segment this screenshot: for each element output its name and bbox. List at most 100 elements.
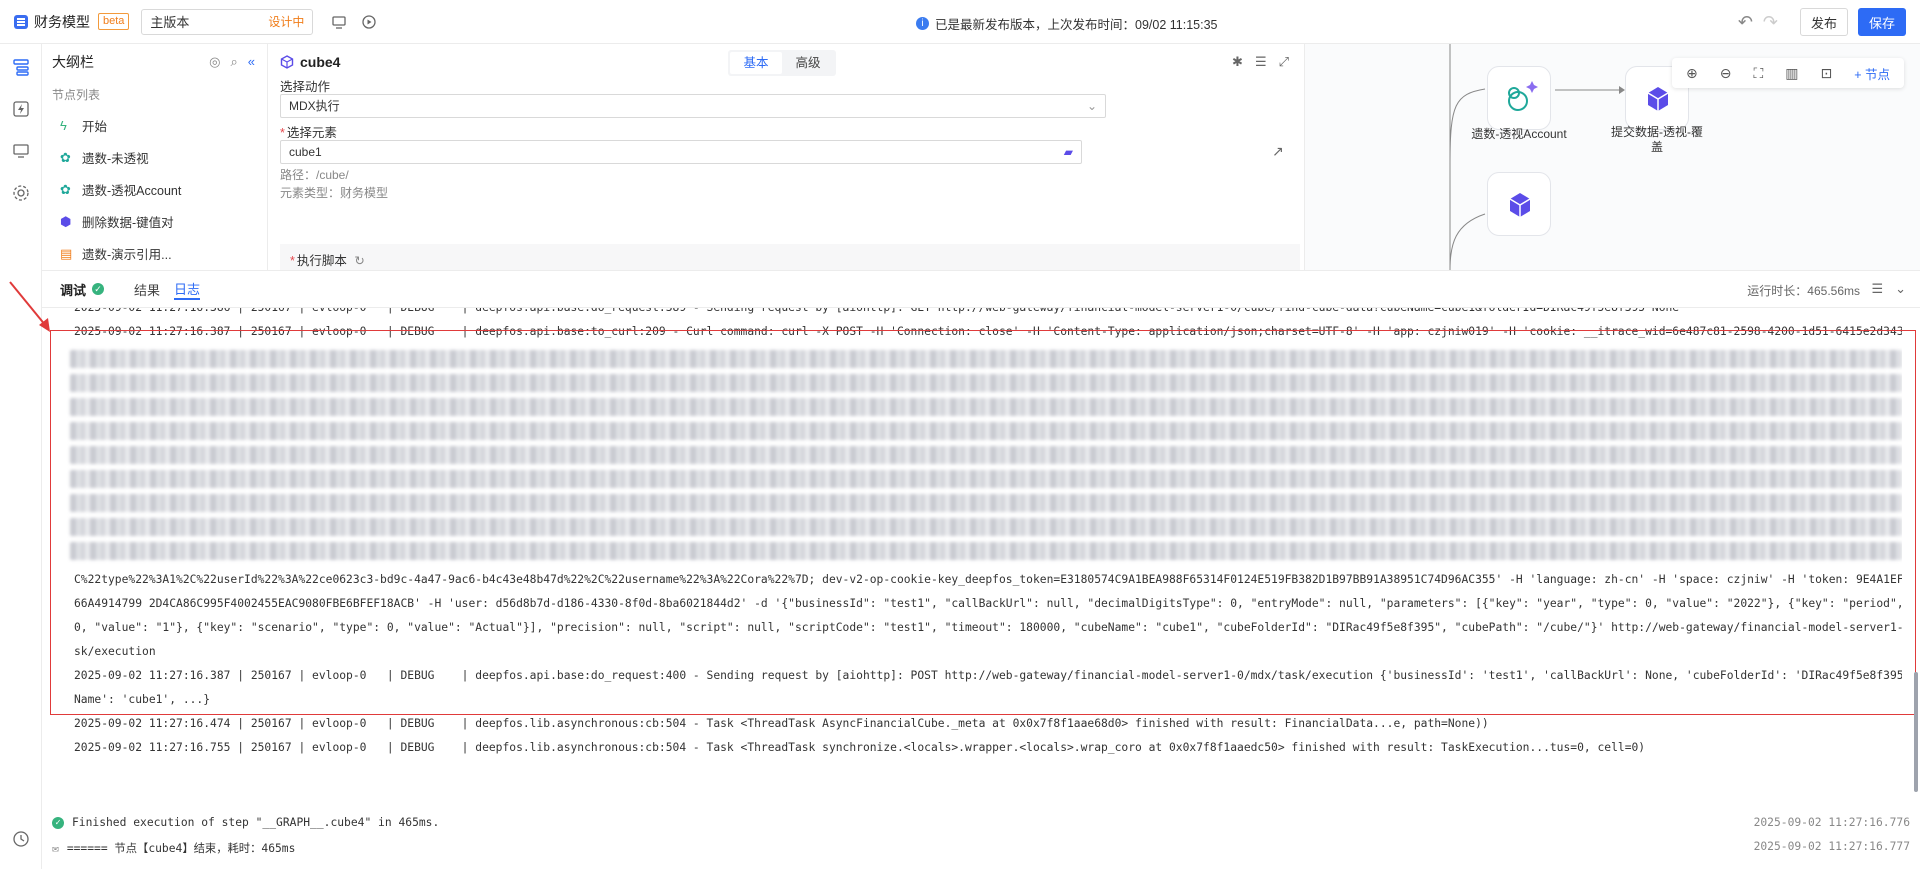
outline-node[interactable]: ⬢ 删除数据-键值对 xyxy=(42,205,267,237)
zoom-out-icon[interactable]: ⊖ xyxy=(1720,65,1732,82)
redo-icon[interactable]: ↷ xyxy=(1763,12,1778,33)
cube-icon xyxy=(1509,193,1531,217)
log-scrollbar[interactable] xyxy=(1914,672,1918,792)
finish-line: ✓ Finished execution of step "__GRAPH__.… xyxy=(52,816,439,829)
history-icon[interactable] xyxy=(12,830,30,848)
cube-spark-icon: ✿ xyxy=(60,182,71,197)
outline-title: 大纲栏 xyxy=(52,54,94,70)
log-line: 2025-09-02 11:27:16.474 | 250167 | evloo… xyxy=(74,717,1489,730)
top-bar: 财务模型 beta 主版本 设计中 i 已是最新发布版本，上次发布时间：09/0… xyxy=(0,0,1920,44)
collapse-icon[interactable]: « xyxy=(248,54,255,70)
tab-result[interactable]: 结果 xyxy=(134,280,160,299)
node-list: ϟ 开始 ✿ 遗数-未透视 ✿ 遗数-透视Account ⬢ 删除数据-键值对 ▤ 遗数-演示引用… xyxy=(42,109,267,269)
version-name: 主版本 xyxy=(150,15,190,30)
version-select[interactable]: 主版本 设计中 xyxy=(141,8,314,35)
element-value: cube1 xyxy=(289,145,322,159)
monitor-icon[interactable] xyxy=(12,142,30,160)
app-title: 财务模型 xyxy=(34,13,90,30)
folder-icon[interactable]: ▰ xyxy=(1064,141,1073,163)
summary-text: ====== 节点【cube4】结束，耗时：465ms xyxy=(66,842,296,855)
tab-advanced[interactable]: 高级 xyxy=(782,52,834,74)
finish-time: 2025-09-02 11:27:16.776 xyxy=(1753,816,1910,829)
zoom-in-icon[interactable]: ⊕ xyxy=(1686,65,1698,82)
fit-view-icon[interactable]: ⛶ xyxy=(1753,65,1763,82)
element-path: 路径：/cube/ xyxy=(280,168,349,182)
node-config-panel: cube4 基本 高级 ✱ ☰ ⤢ 选择动作 MDX执行 ⌄ * 选择元素 cub… xyxy=(268,44,1303,270)
success-icon: ✓ xyxy=(92,283,105,295)
element-select[interactable]: cube1 ▰ xyxy=(280,140,1082,164)
node-list-heading: 节点列表 xyxy=(52,88,101,102)
outline-node-label: 开始 xyxy=(82,119,108,134)
share-icon[interactable]: ↗ xyxy=(1272,143,1284,160)
flow-node-submit-label-line2: 盖 xyxy=(1650,140,1663,154)
action-select[interactable]: MDX执行 ⌄ xyxy=(280,94,1106,118)
save-button[interactable]: 保存 xyxy=(1858,8,1906,36)
screen-icon[interactable] xyxy=(331,14,347,30)
cube-spark-icon xyxy=(1508,81,1538,111)
settings-icon[interactable] xyxy=(12,184,30,202)
flow-node-account-label: 遗数-透视Account xyxy=(1471,127,1567,141)
summary-time: 2025-09-02 11:27:16.777 xyxy=(1753,840,1910,853)
screenshot-icon[interactable]: ⊡ xyxy=(1820,65,1832,82)
flow-node-submit-label-line1: 提交数据-透视-覆 xyxy=(1611,125,1703,139)
layout-icon[interactable]: ▥ xyxy=(1785,65,1798,82)
play-icon[interactable] xyxy=(361,14,377,30)
tab-debug[interactable]: 调试 xyxy=(60,280,86,299)
log-line: 2025-09-02 11:27:16.755 | 250167 | evloo… xyxy=(74,741,1646,754)
highlight-box xyxy=(50,330,1916,715)
cube-icon xyxy=(280,55,294,69)
collapse-down-icon[interactable]: ⌄ xyxy=(1895,281,1906,297)
success-icon: ✓ xyxy=(52,816,64,829)
outline-icon[interactable] xyxy=(12,58,30,76)
tab-basic[interactable]: 基本 xyxy=(730,52,782,74)
canvas-toolbar: ⊕ ⊖ ⛶ ▥ ⊡ + 节点 xyxy=(1671,58,1904,88)
chevron-down-icon: ⌄ xyxy=(1086,99,1097,113)
outline-node-label: 遗数-演示引用... xyxy=(82,247,172,262)
flow-node-account[interactable] xyxy=(1487,66,1551,130)
action-label: 选择动作 xyxy=(280,80,331,94)
element-label-text: 选择元素 xyxy=(286,126,337,140)
trigger-icon[interactable] xyxy=(12,100,30,118)
element-type: 元素类型：财务模型 xyxy=(280,186,389,200)
list-settings-icon[interactable]: ☰ xyxy=(1255,54,1267,70)
bug-icon[interactable]: ✱ xyxy=(1232,54,1243,70)
publish-info-text: 已是最新发布版本，上次发布时间：09/02 11:15:35 xyxy=(935,18,1218,32)
log-line: 2025-09-02 11:27:16.386 | 250167 | evloo… xyxy=(42,308,1902,320)
action-value: MDX执行 xyxy=(289,99,340,113)
flow-node-cube[interactable] xyxy=(1487,172,1551,236)
publish-button[interactable]: 发布 xyxy=(1800,8,1848,36)
outline-node[interactable]: ▤ 遗数-演示引用... xyxy=(42,237,267,269)
undo-icon[interactable]: ↶ xyxy=(1738,12,1753,33)
search-icon[interactable]: ⌕ xyxy=(230,54,237,70)
info-icon: i xyxy=(916,17,929,30)
node-title: cube4 xyxy=(300,54,341,70)
cube-icon: ⬢ xyxy=(60,214,72,229)
lightning-icon: ϟ xyxy=(60,118,67,133)
model-icon xyxy=(14,14,28,29)
add-node-button[interactable]: + 节点 xyxy=(1854,64,1890,83)
outline-node[interactable]: ϟ 开始 xyxy=(42,109,267,141)
outline-node-label: 删除数据-键值对 xyxy=(82,215,174,230)
list-icon[interactable]: ☰ xyxy=(1871,281,1883,297)
message-icon: ✉ xyxy=(52,841,59,855)
eye-off-icon[interactable]: ◎ xyxy=(209,54,220,70)
config-tabs: 基本 高级 xyxy=(728,50,836,76)
flow-node-submit-label: 提交数据-透视-覆 盖 xyxy=(1605,125,1709,155)
script-label: 执行脚本 xyxy=(296,254,347,268)
outline-node[interactable]: ✿ 遗数-未透视 xyxy=(42,141,267,173)
annotation-arrow-icon xyxy=(9,281,50,332)
refresh-icon[interactable]: ↻ xyxy=(354,254,364,268)
fullscreen-icon[interactable]: ⤢ xyxy=(1279,54,1289,70)
outline-node-label: 遗数-透视Account xyxy=(82,183,182,198)
outline-node[interactable]: ✿ 遗数-透视Account xyxy=(42,173,267,205)
finish-text: Finished execution of step "__GRAPH__.cu… xyxy=(72,816,440,829)
flow-canvas[interactable]: 遗数-透视Account 提交数据-透视-覆 盖 ⊕ ⊖ ⛶ ▥ ⊡ + 节点 xyxy=(1304,44,1920,270)
document-icon: ▤ xyxy=(60,246,73,261)
tab-log[interactable]: 日志 xyxy=(174,279,201,300)
app-logo: 财务模型 beta xyxy=(14,12,130,32)
beta-badge: beta xyxy=(98,13,130,30)
publish-info: i 已是最新发布版本，上次发布时间：09/02 11:15:35 xyxy=(916,14,1217,33)
outline-node-label: 遗数-未透视 xyxy=(82,151,149,166)
summary-line: ✉ ====== 节点【cube4】结束，耗时：465ms xyxy=(52,840,295,856)
version-status: 设计中 xyxy=(268,15,305,29)
